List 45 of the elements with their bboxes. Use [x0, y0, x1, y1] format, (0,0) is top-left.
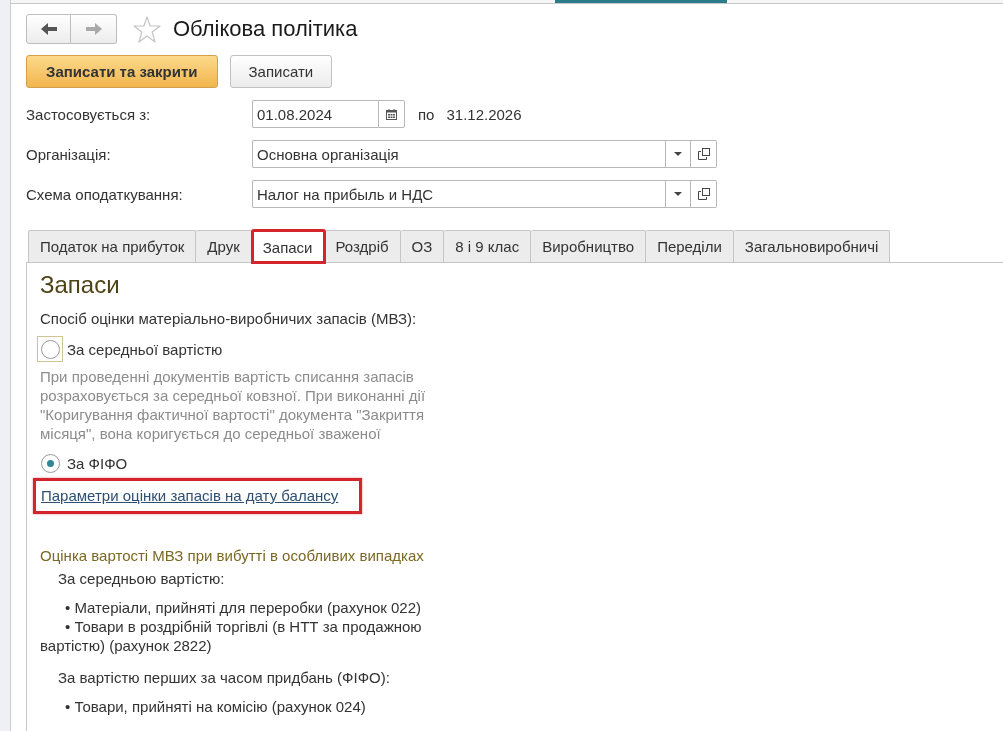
radio-option[interactable]: За середньої вартістю: [40, 336, 223, 362]
save-button[interactable]: Записати: [229, 55, 333, 88]
two-squares-icon: [697, 148, 710, 160]
tab[interactable]: Переділи: [646, 230, 734, 262]
back-button[interactable]: [26, 14, 71, 44]
option-description: При проведенні документів вартість списання запасів розраховується за середньої ковзної. При виконанні дії "Коригування фактичної вартості" документа "Закриття місяця", вона коригується до середньої зваженої: [40, 367, 427, 443]
range-label: по: [418, 105, 435, 123]
caret-icon: [674, 192, 682, 196]
note-item: • Матеріали, прийняті для переробки (рахунок 022): [64, 598, 422, 617]
save-and-close-button[interactable]: Записати та закрити: [26, 55, 218, 88]
open-button[interactable]: [691, 140, 717, 168]
calendar-icon: [386, 108, 397, 120]
tab[interactable]: Загальновиробничі: [733, 230, 891, 262]
radio-option[interactable]: За ФІФО: [40, 450, 128, 476]
field-label: Схема оподаткування:: [26, 185, 184, 203]
date-field[interactable]: 01.08.2024: [252, 100, 378, 128]
notes-heading: Оцінка вартості МВЗ при вибутті в особливих випадках: [40, 546, 424, 565]
tab[interactable]: Друк: [196, 230, 252, 262]
field-label: Застосовується з:: [26, 105, 152, 123]
field-label: Організація:: [26, 145, 112, 163]
tab[interactable]: Роздріб: [324, 230, 401, 262]
left-arrow-icon: [40, 23, 57, 35]
two-squares-icon: [697, 188, 710, 200]
select-field[interactable]: Налог на прибыль и НДС: [252, 180, 665, 208]
calendar-button[interactable]: [378, 100, 405, 128]
right-arrow-icon: [85, 23, 102, 35]
section-heading: Запаси: [40, 271, 120, 299]
note-item: • Товари в роздрібній торгівлі (в НТТ за продажною вартістю) (рахунок 2822): [40, 617, 423, 655]
tab[interactable]: Податок на прибуток: [28, 230, 197, 262]
tab[interactable]: 8 і 9 клас: [444, 230, 532, 262]
caret-icon: [674, 152, 682, 156]
note-item: • Товари, прийняті на комісію (рахунок 024): [64, 697, 367, 716]
settings-link[interactable]: Параметри оцінки запасів на дату балансу: [41, 487, 339, 504]
note-subheading: За середньою вартістю:: [57, 569, 225, 588]
tab[interactable]: ОЗ: [400, 230, 445, 262]
prompt-text: Спосіб оцінки матеріально-виробничих запасів (МВЗ):: [40, 309, 417, 328]
end-date-text: 31.12.2026: [446, 105, 522, 123]
tab[interactable]: Запаси: [251, 230, 325, 263]
window-title: Облікова політика: [173, 16, 358, 42]
note-subheading: За вартістю перших за часом придбань (ФІФО):: [57, 668, 390, 687]
radio-icon[interactable]: [40, 453, 60, 473]
open-button[interactable]: [691, 180, 717, 208]
select-field[interactable]: Основна організація: [252, 140, 665, 168]
star-icon[interactable]: [133, 15, 161, 43]
tab[interactable]: Виробництво: [531, 230, 647, 262]
